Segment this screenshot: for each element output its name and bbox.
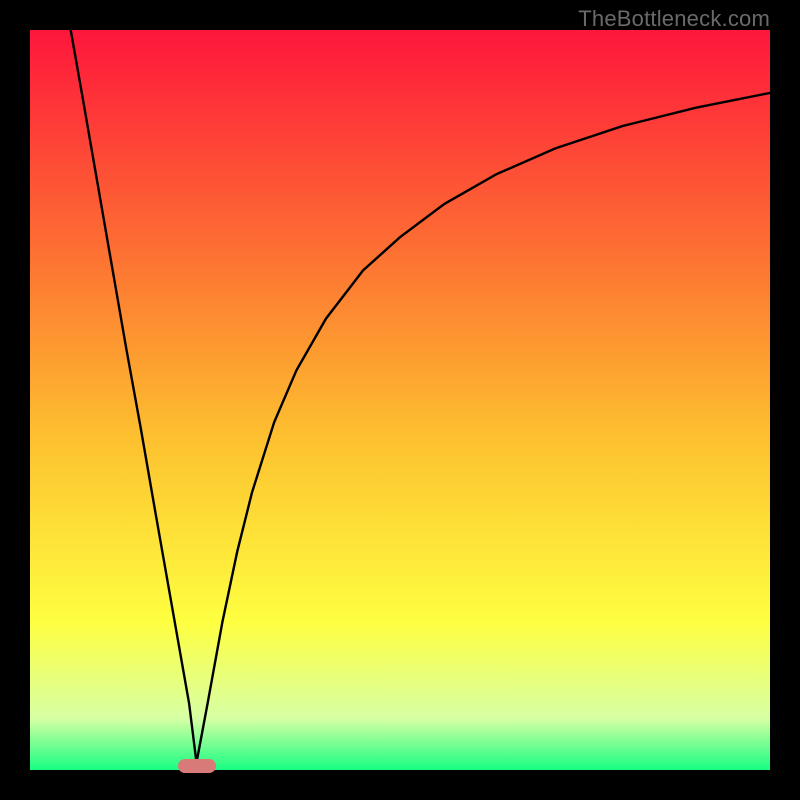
curve-layer bbox=[30, 30, 770, 770]
curve-left-branch bbox=[71, 30, 197, 763]
curve-right-branch bbox=[197, 93, 771, 763]
min-point-marker bbox=[178, 759, 216, 773]
watermark-text: TheBottleneck.com bbox=[578, 6, 770, 32]
chart-frame: TheBottleneck.com bbox=[0, 0, 800, 800]
plot-area bbox=[30, 30, 770, 770]
